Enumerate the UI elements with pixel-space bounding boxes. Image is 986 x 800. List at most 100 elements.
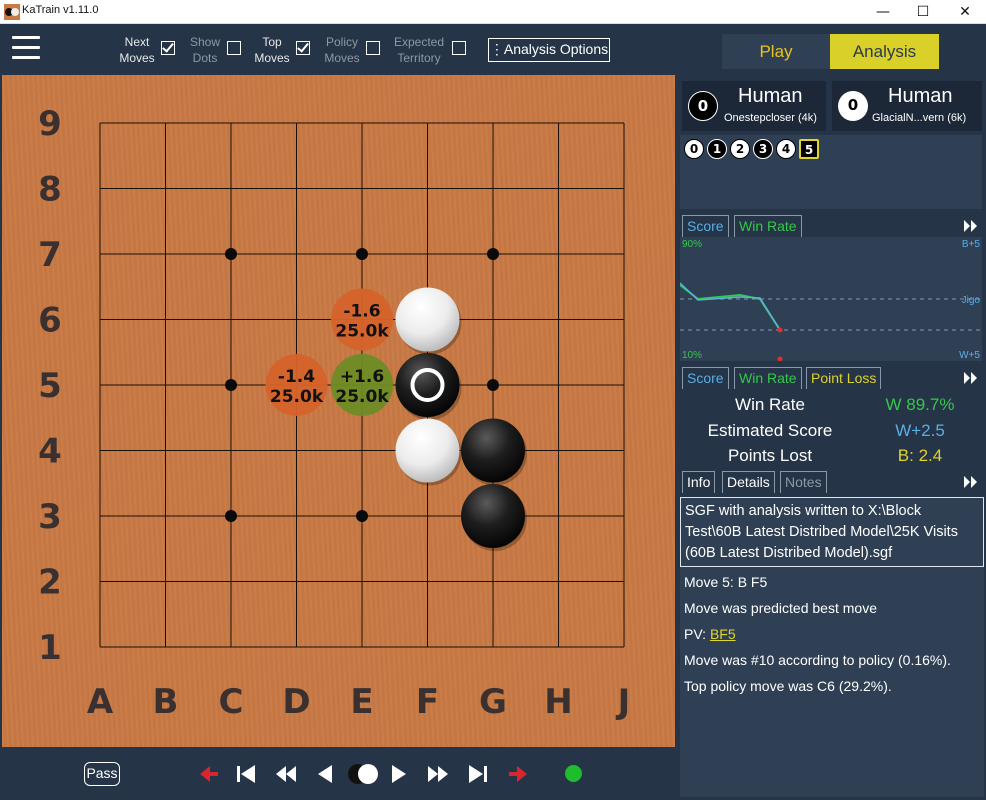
tab-play[interactable]: Play: [722, 34, 830, 69]
info-tabs: Info Details Notes: [680, 471, 982, 493]
graph-tab-win-rate[interactable]: Win Rate: [734, 215, 802, 237]
undo-to-mistake-icon[interactable]: [196, 762, 222, 786]
board-canvas[interactable]: A B C D E F G H J987654321-1.625.0k-1.425.0k+1.6…: [2, 75, 675, 747]
back-ten-moves-icon[interactable]: [274, 762, 300, 786]
info-predicted-line: Move was predicted best move: [684, 600, 877, 616]
info-tab-details[interactable]: Details: [722, 471, 775, 493]
board-row-label: 3: [38, 497, 62, 537]
info-top-policy-line: Top policy move was C6 (29.2%).: [684, 678, 892, 694]
board-col-label: E: [350, 682, 373, 722]
maximize-button[interactable]: ☐: [900, 0, 946, 24]
stats-tab-win-rate[interactable]: Win Rate: [734, 367, 802, 389]
board-col-label: C: [219, 682, 244, 722]
forward-ten-moves-icon[interactable]: [424, 762, 450, 786]
toggle-label-line1: Policy: [325, 35, 358, 49]
board-col-label: H: [544, 682, 572, 722]
graph-label-bottom-left: 10%: [682, 350, 702, 361]
toggle-policy-moves[interactable]: Policy Moves: [323, 34, 361, 66]
window-title: KaTrain v1.11.0: [22, 4, 99, 16]
pv-link[interactable]: BF5: [710, 626, 736, 642]
graph-current-point-winrate: [777, 356, 783, 362]
star-point: [356, 510, 368, 522]
move-tree[interactable]: 0 1 2 3 4 5: [680, 135, 982, 209]
title-bar: KaTrain v1.11.0 — ☐ ✕: [0, 0, 986, 24]
info-pv-label: PV:: [684, 626, 707, 642]
expand-stats-icon[interactable]: [964, 372, 978, 384]
black-stone[interactable]: [461, 418, 525, 483]
star-point: [356, 248, 368, 260]
toggle-show-dots[interactable]: Show Dots: [188, 34, 222, 66]
white-stone[interactable]: [395, 418, 460, 483]
checkbox-policy-moves[interactable]: [366, 41, 380, 55]
board-col-label: A: [87, 682, 114, 722]
move-tree-node-current[interactable]: 5: [799, 139, 819, 159]
player-black-type: Human: [738, 85, 803, 107]
black-captures: 0: [688, 91, 718, 121]
board-row-label: 7: [38, 235, 62, 275]
board-col-label: B: [153, 682, 179, 722]
expand-graph-icon[interactable]: [964, 220, 978, 232]
sgf-saved-message: SGF with analysis written to X:\Block Te…: [680, 497, 984, 567]
player-black-card[interactable]: 0 Human Onestepcloser (4k): [682, 81, 826, 131]
white-stone[interactable]: [395, 287, 460, 352]
graph-canvas: 90% 10% B+5 Jigo W+5: [679, 239, 982, 362]
graph-label-top-right: B+5: [962, 239, 981, 250]
info-panel: SGF with analysis written to X:\Block Te…: [680, 497, 984, 797]
go-to-end-icon[interactable]: [465, 762, 491, 786]
checkbox-next-moves[interactable]: [161, 41, 175, 55]
move-tree-node[interactable]: 4: [776, 139, 796, 159]
toggle-label-line2: Moves: [324, 51, 360, 65]
info-tab-notes[interactable]: Notes: [780, 471, 827, 493]
move-tree-node[interactable]: 1: [707, 139, 727, 159]
black-stone[interactable]: [461, 484, 525, 548]
graph-label-mid-right: Jigo: [962, 295, 981, 306]
go-board[interactable]: A B C D E F G H J 9 8 7 6 5 4 3 2 1 -1.6 25.0k -1.4 25.0k +1.6…: [2, 75, 675, 747]
bottom-bar: Pass: [0, 748, 676, 800]
star-point: [225, 379, 237, 391]
checkbox-show-dots[interactable]: [227, 41, 241, 55]
toggle-expected-territory[interactable]: Expected Territory: [392, 34, 446, 66]
player-black-name: Onestepcloser (4k): [724, 112, 817, 124]
tab-analysis[interactable]: Analysis: [830, 34, 939, 69]
move-tree-node[interactable]: 3: [753, 139, 773, 159]
checkbox-top-moves[interactable]: [296, 41, 310, 55]
player-white-name: GlacialN...vern (6k): [872, 112, 967, 124]
toggle-label-line1: Next: [124, 35, 150, 49]
stats-tab-point-loss[interactable]: Point Loss: [806, 367, 882, 389]
go-to-start-icon[interactable]: [234, 762, 260, 786]
graph-tabs: Score Win Rate: [680, 215, 982, 237]
board-row-label: 2: [38, 563, 62, 603]
redo-to-mistake-icon[interactable]: [505, 762, 531, 786]
score-winrate-graph[interactable]: 90% 10% B+5 Jigo W+5: [679, 237, 982, 362]
pass-button[interactable]: Pass: [84, 762, 120, 786]
board-col-label: F: [416, 682, 439, 722]
black-stone[interactable]: [395, 353, 460, 417]
stat-label-estimated-score: Estimated Score: [707, 421, 833, 440]
toggle-top-moves[interactable]: Top Moves: [254, 34, 290, 66]
forward-one-move-icon[interactable]: [386, 762, 412, 786]
back-one-move-icon[interactable]: [312, 762, 338, 786]
right-panel: 0 Human Onestepcloser (4k) 0 Human Glaci…: [678, 75, 984, 798]
graph-tab-score[interactable]: Score: [682, 215, 729, 237]
menu-hamburger-icon[interactable]: [12, 36, 40, 62]
checkbox-expected-territory[interactable]: [452, 41, 466, 55]
move-tree-node[interactable]: 0: [684, 139, 704, 159]
player-white-card[interactable]: 0 Human GlacialN...vern (6k): [832, 81, 982, 131]
toggle-next-moves[interactable]: Next Moves: [118, 34, 156, 66]
close-button[interactable]: ✕: [942, 0, 986, 24]
move-tree-node[interactable]: 2: [730, 139, 750, 159]
info-policy-rank-line: Move was #10 according to policy (0.16%)…: [684, 652, 951, 668]
info-tab-info[interactable]: Info: [682, 471, 716, 493]
toggle-label-line1: Expected: [393, 35, 445, 49]
analysis-options-button[interactable]: ⋮Analysis Options: [488, 38, 610, 62]
expand-info-icon[interactable]: [964, 476, 978, 488]
candidate-move-visits: 25.0k: [335, 387, 389, 407]
info-pv-line: PV: BF5: [684, 626, 736, 642]
board-row-label: 1: [38, 628, 62, 668]
stats-tab-score[interactable]: Score: [682, 367, 729, 389]
stat-label-points-lost: Points Lost: [727, 446, 813, 465]
turn-indicator-icon: [348, 764, 378, 784]
katrain-app-icon: [4, 4, 20, 20]
toggle-label-line2: Dots: [192, 51, 218, 65]
candidate-move-score: +1.6: [340, 367, 384, 387]
